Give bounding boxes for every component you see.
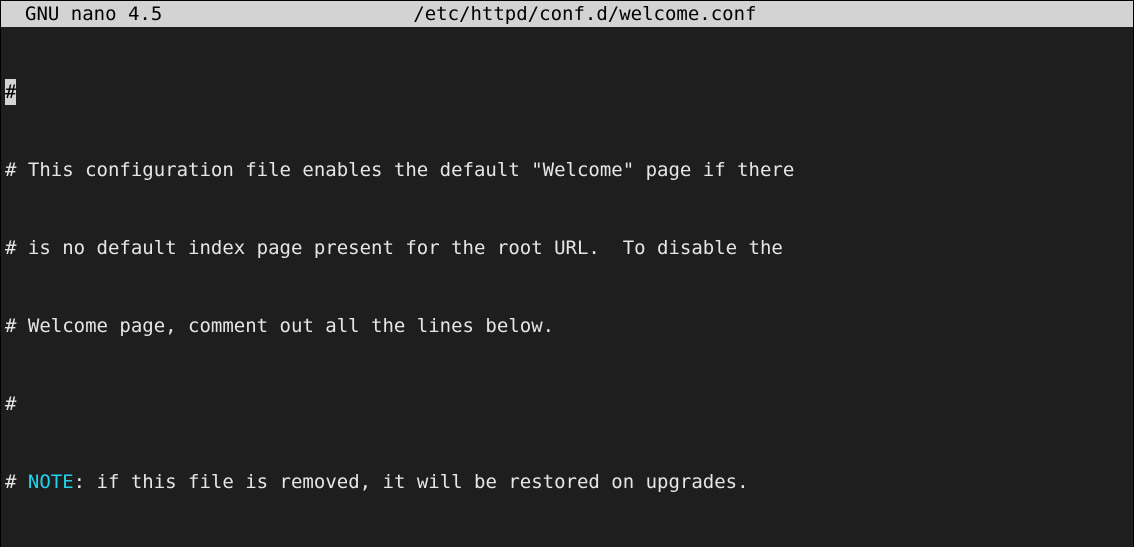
app-name: GNU nano 4.5 [5,1,162,27]
note-prefix: # [5,471,28,493]
note-rest: : if this file is removed, it will be re… [74,471,749,493]
file-name: /etc/httpd/conf.d/welcome.conf [413,1,756,27]
cursor-line[interactable]: # [5,79,1129,105]
note-keyword: NOTE [28,471,74,493]
titlebar: GNU nano 4.5 /etc/httpd/conf.d/welcome.c… [1,1,1133,27]
comment-line[interactable]: # Welcome page, comment out all the line… [5,313,1129,339]
nano-window: GNU nano 4.5 /etc/httpd/conf.d/welcome.c… [0,0,1134,547]
editor-area[interactable]: # # This configuration file enables the … [1,27,1133,547]
comment-line[interactable]: # This configuration file enables the de… [5,157,1129,183]
comment-line[interactable]: # is no default index page present for t… [5,235,1129,261]
comment-line[interactable]: # [5,391,1129,417]
cursor: # [5,79,16,105]
note-line[interactable]: # NOTE: if this file is removed, it will… [5,469,1129,495]
